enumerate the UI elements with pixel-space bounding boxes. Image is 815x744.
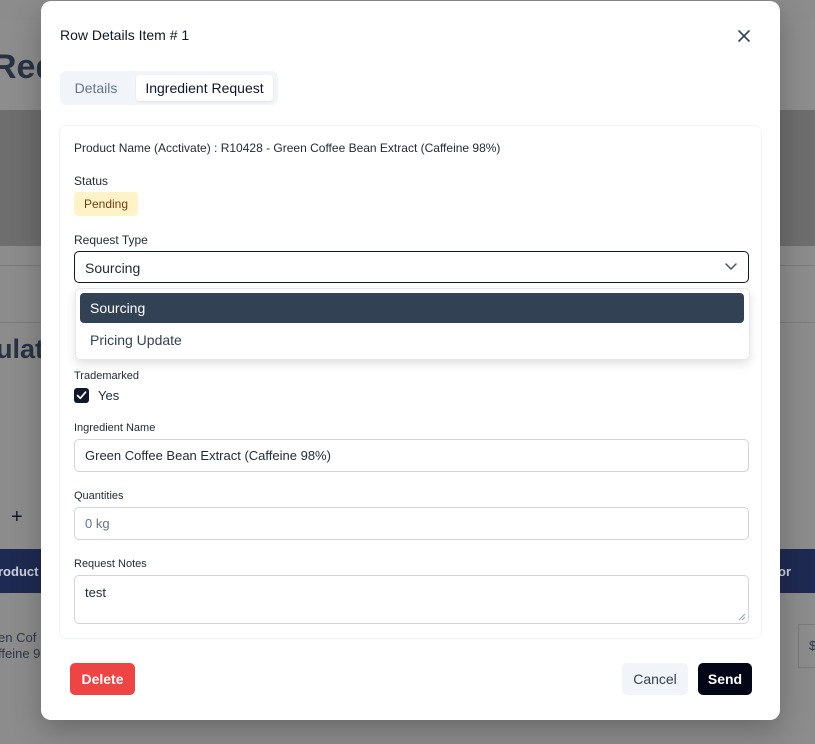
status-label: Status (74, 174, 109, 188)
tab-list: Details Ingredient Request (60, 71, 278, 105)
trademarked-label: Trademarked (74, 370, 140, 382)
option-pricing-update-label: Pricing Update (90, 332, 182, 348)
quantities-label: Quantities (74, 490, 124, 502)
tab-details[interactable]: Details (64, 75, 128, 101)
background-add-icon: + (11, 506, 23, 528)
option-pricing-update[interactable]: Pricing Update (80, 325, 744, 355)
delete-button[interactable]: Delete (70, 663, 135, 695)
option-sourcing-label: Sourcing (90, 300, 146, 316)
background-section-title: ulat (0, 334, 45, 364)
row-details-modal: Row Details Item # 1 Details Ingredient … (41, 1, 780, 720)
send-button[interactable]: Send (698, 663, 752, 695)
cancel-button[interactable]: Cancel (622, 663, 688, 695)
option-sourcing[interactable]: Sourcing (80, 293, 744, 323)
ingredient-request-panel: Product Name (Acctivate) : R10428 - Gree… (60, 126, 761, 638)
request-type-value: Sourcing (85, 260, 141, 276)
close-icon (738, 30, 750, 42)
trademarked-yes-label: Yes (98, 388, 120, 403)
modal-title: Row Details Item # 1 (60, 27, 190, 43)
request-notes-textarea[interactable]: test (74, 575, 749, 624)
ingredient-name-input[interactable]: Green Coffee Bean Extract (Caffeine 98%) (74, 439, 749, 472)
background-cell: $ (809, 638, 815, 653)
ingredient-name-value: Green Coffee Bean Extract (Caffeine 98%) (85, 448, 331, 463)
check-icon (76, 391, 87, 400)
request-type-dropdown: Sourcing Pricing Update (75, 288, 750, 360)
background-cell: ffeine 9 (0, 646, 41, 661)
background-cell: en Cof (0, 630, 37, 645)
tab-ingredient-request[interactable]: Ingredient Request (136, 75, 273, 101)
quantities-placeholder: 0 kg (85, 516, 110, 531)
background-th-product: roduct (0, 564, 39, 579)
resize-handle-icon[interactable] (738, 613, 746, 621)
product-name-line: Product Name (Acctivate) : R10428 - Gree… (74, 141, 501, 155)
request-notes-value: test (85, 585, 106, 600)
request-notes-label: Request Notes (74, 558, 147, 570)
quantities-input[interactable]: 0 kg (74, 507, 749, 540)
trademarked-checkbox[interactable] (74, 388, 89, 403)
request-type-label: Request Type (74, 233, 148, 247)
close-button[interactable] (734, 26, 754, 46)
request-type-select[interactable]: Sourcing (74, 251, 749, 283)
status-badge: Pending (74, 192, 138, 216)
ingredient-name-label: Ingredient Name (74, 422, 156, 434)
chevron-down-icon (725, 263, 737, 270)
